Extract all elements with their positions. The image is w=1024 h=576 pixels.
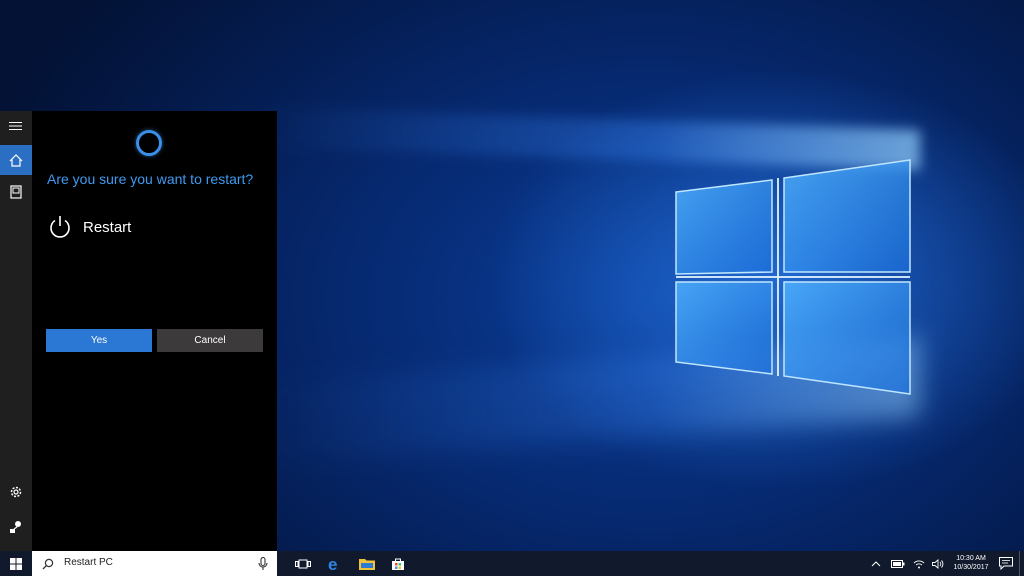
restart-action: Restart [47,213,131,241]
windows-start-icon [10,557,22,570]
svg-text:e: e [328,556,337,572]
clock-date: 10/30/2017 [953,564,989,571]
action-center-button[interactable] [997,551,1015,576]
hamburger-icon [9,122,22,130]
search-box[interactable]: Restart PC [32,551,277,576]
search-input[interactable]: Restart PC [64,557,113,568]
cancel-button[interactable]: Cancel [157,329,263,352]
microphone-icon[interactable] [258,557,268,571]
notification-icon [999,557,1013,570]
show-hidden-icons-button[interactable] [868,551,884,576]
volume-icon [932,558,944,569]
battery-icon [891,559,905,568]
cortana-rail [0,111,32,551]
clock-time: 10:30 AM [956,555,986,562]
start-button[interactable] [0,551,32,576]
show-desktop-button[interactable] [1019,551,1024,576]
taskbar: Restart PC e 10:30 AM 10/30/2017 [0,551,1024,576]
feedback-button[interactable] [0,512,32,542]
edge-icon: e [328,556,337,572]
yes-button[interactable]: Yes [46,329,152,352]
windows-logo-wallpaper [675,159,911,395]
restart-label: Restart [83,218,132,236]
clock[interactable]: 10:30 AM 10/30/2017 [948,554,994,572]
chevron-up-icon [871,560,881,566]
power-icon [50,216,70,238]
cortana-panel: Are you sure you want to restart? Restar… [32,111,277,551]
file-explorer-button[interactable] [355,551,379,576]
file-explorer-icon [359,559,375,570]
task-view-button[interactable] [291,551,315,576]
volume-button[interactable] [930,551,946,576]
network-button[interactable] [911,551,927,576]
store-icon [392,558,404,570]
home-button[interactable] [0,145,32,175]
settings-button[interactable] [0,477,32,507]
menu-button[interactable] [0,111,32,141]
notebook-button[interactable] [0,177,32,207]
edge-button[interactable]: e [323,551,347,576]
cortana-icon [136,130,162,156]
search-icon [42,558,54,570]
confirmation-question: Are you sure you want to restart? [47,171,254,187]
notebook-icon [10,185,22,199]
task-view-icon [295,559,311,568]
feedback-icon [10,521,21,533]
settings-icon [10,486,22,498]
home-icon [9,153,23,167]
store-button[interactable] [386,551,410,576]
wifi-icon [913,559,925,568]
battery-button[interactable] [889,551,907,576]
